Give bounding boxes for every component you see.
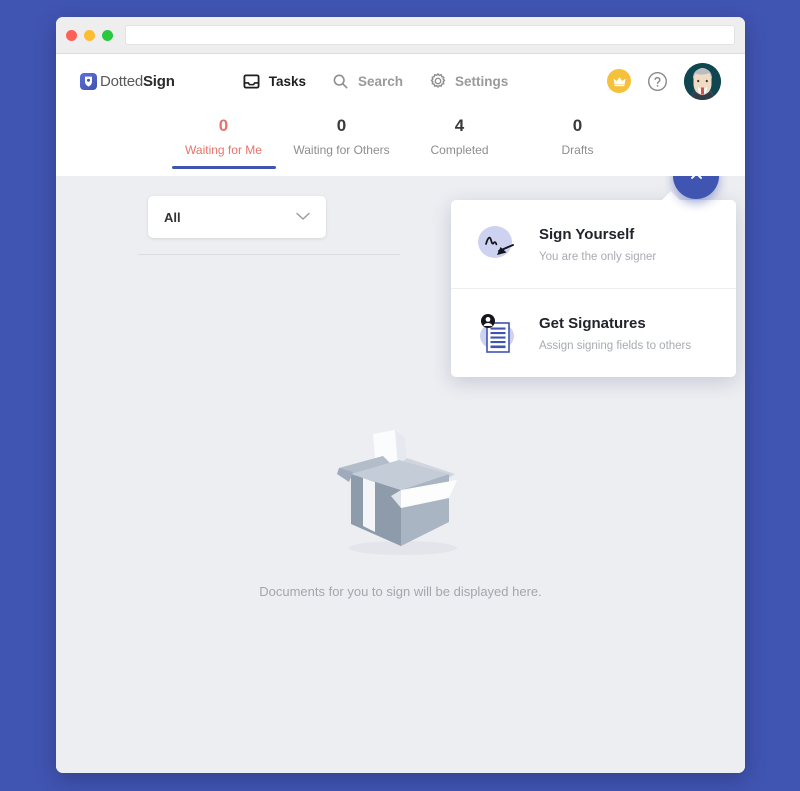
content-area: All Sign Yourself You are the only signe… (56, 176, 745, 773)
tab-count-waiting-for-me: 0 (218, 116, 229, 135)
crown-icon[interactable] (607, 69, 631, 93)
popup-pointer-arrow (661, 191, 681, 201)
tab-drafts[interactable]: 0 Drafts (519, 108, 637, 169)
menu-item-sign-yourself-text: Sign Yourself You are the only signer (539, 225, 656, 264)
menu-item-sign-yourself-subtitle: You are the only signer (539, 250, 657, 263)
search-icon (332, 72, 350, 90)
close-window-button[interactable] (66, 29, 77, 41)
menu-item-get-signatures[interactable]: Get Signatures Assign signing fields to … (451, 288, 736, 377)
tab-count-completed: 4 (454, 116, 465, 135)
filter-selected-value: All (164, 209, 181, 225)
main-navigation: Tasks Search Settings (243, 72, 508, 90)
nav-item-search[interactable]: Search (332, 72, 403, 90)
empty-state-message: Documents for you to sign will be displa… (259, 584, 542, 599)
browser-window: DottedSign Tasks Search Settings 0 Waiti… (56, 17, 745, 773)
chevron-down-icon (296, 208, 310, 226)
brand-name: DottedSign (100, 73, 175, 90)
maximize-window-button[interactable] (102, 29, 113, 41)
user-avatar[interactable] (684, 62, 721, 100)
tab-count-waiting-for-others: 0 (336, 116, 347, 135)
menu-item-get-signatures-text: Get Signatures Assign signing fields to … (539, 314, 691, 353)
inbox-icon (243, 72, 261, 90)
create-action-menu: Sign Yourself You are the only signer Ge… (451, 191, 736, 377)
close-icon (689, 176, 704, 186)
tab-waiting-for-me[interactable]: 0 Waiting for Me (165, 108, 283, 169)
brand-prefix: Dotted (100, 72, 143, 90)
tab-label-waiting-for-others: Waiting for Others (293, 143, 390, 157)
tab-label-completed: Completed (430, 143, 489, 157)
status-tabs: 0 Waiting for Me 0 Waiting for Others 4 … (56, 108, 745, 176)
active-tab-indicator (171, 166, 276, 169)
brand-logo[interactable]: DottedSign (80, 72, 175, 90)
browser-title-bar (56, 17, 745, 54)
tab-label-waiting-for-me: Waiting for Me (185, 143, 262, 157)
window-controls (66, 29, 113, 41)
nav-item-tasks[interactable]: Tasks (243, 72, 306, 90)
filter-dropdown[interactable]: All (148, 196, 326, 238)
tab-waiting-for-others[interactable]: 0 Waiting for Others (283, 108, 401, 169)
menu-item-sign-yourself-title: Sign Yourself (539, 225, 635, 243)
header-actions (607, 62, 721, 100)
list-divider (138, 254, 400, 255)
tab-completed[interactable]: 4 Completed (401, 108, 519, 169)
menu-item-sign-yourself[interactable]: Sign Yourself You are the only signer (451, 200, 736, 288)
address-bar[interactable] (125, 25, 735, 45)
nav-label-settings: Settings (455, 73, 509, 89)
tab-label-drafts: Drafts (561, 143, 594, 157)
dottedsign-logo-icon (80, 72, 97, 90)
brand-suffix: Sign (143, 72, 175, 90)
empty-state: Documents for you to sign will be displa… (56, 416, 745, 599)
menu-item-get-signatures-subtitle: Assign signing fields to others (539, 339, 692, 352)
nav-label-tasks: Tasks (268, 73, 306, 89)
gear-icon (429, 72, 447, 90)
menu-item-get-signatures-title: Get Signatures (539, 314, 646, 332)
app-header: DottedSign Tasks Search Settings (56, 54, 745, 108)
nav-label-search: Search (357, 73, 404, 89)
open-empty-box-illustration (311, 416, 491, 566)
help-circle-icon[interactable] (647, 71, 668, 92)
minimize-window-button[interactable] (84, 29, 95, 41)
document-signers-icon (473, 309, 525, 357)
nav-item-settings[interactable]: Settings (429, 72, 508, 90)
signature-icon (473, 220, 525, 268)
tab-count-drafts: 0 (572, 116, 583, 135)
